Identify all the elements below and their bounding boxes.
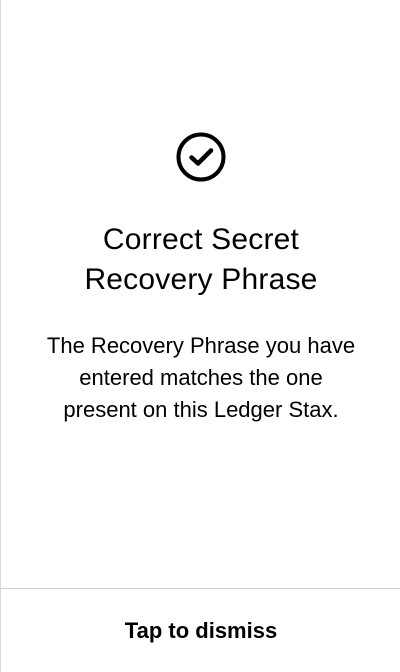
recovery-phrase-result-screen: Correct Secret Recovery Phrase The Recov… (0, 0, 400, 672)
description-line-3: present on this Ledger Stax. (63, 397, 339, 422)
tap-to-dismiss-label: Tap to dismiss (124, 617, 278, 643)
description-line-1: The Recovery Phrase you have (46, 333, 356, 358)
check-circle-icon (175, 131, 227, 183)
page-title: Correct Secret Recovery Phrase (21, 220, 381, 300)
tap-to-dismiss-button[interactable]: Tap to dismiss (1, 589, 400, 672)
title-line-2: Recovery Phrase (84, 263, 318, 296)
confirmation-message: The Recovery Phrase you have entered mat… (25, 330, 377, 426)
title-line-1: Correct Secret (102, 223, 300, 256)
description-line-2: entered matches the one (79, 365, 323, 390)
